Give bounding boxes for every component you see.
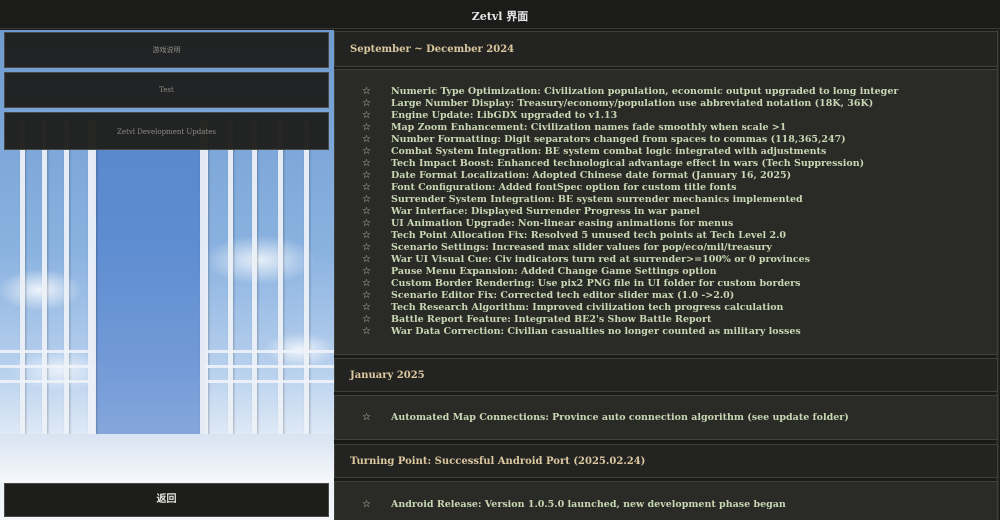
update-item-text: Pause Menu Expansion: Added Change Game … xyxy=(391,266,717,277)
window-frame xyxy=(278,120,283,450)
star-icon: ☆ xyxy=(362,326,371,337)
menu-button-test[interactable]: Test xyxy=(4,72,329,108)
star-icon: ☆ xyxy=(362,314,371,325)
window-frame xyxy=(0,350,90,353)
star-icon: ☆ xyxy=(362,194,371,205)
update-item-text: Scenario Editor Fix: Corrected tech edit… xyxy=(391,290,735,301)
update-item: ☆ Number Formatting: Digit separators cha… xyxy=(362,134,846,146)
update-item: ☆ Surrender System Integration: BE system… xyxy=(362,194,803,206)
window-frame xyxy=(205,380,334,383)
menu-button-game-guide[interactable]: 游戏说明 xyxy=(4,32,329,68)
window-frame xyxy=(228,120,233,450)
window-frame xyxy=(0,380,90,383)
window-frame xyxy=(0,365,90,368)
update-item: ☆ Font Configuration: Added fontSpec opti… xyxy=(362,182,736,194)
update-item: ☆ Date Format Localization: Adopted Chine… xyxy=(362,170,791,182)
update-item: ☆ War UI Visual Cue: Civ indicators turn … xyxy=(362,254,810,266)
update-item: ☆ Scenario Editor Fix: Corrected tech edi… xyxy=(362,290,734,302)
window-frame xyxy=(64,120,69,450)
open-doorway xyxy=(95,150,205,440)
star-icon: ☆ xyxy=(362,182,371,193)
update-item: ☆ Custom Border Rendering: Use pix2 PNG f… xyxy=(362,278,801,290)
update-item-text: Android Release: Version 1.0.5.0 launche… xyxy=(391,499,786,510)
star-icon: ☆ xyxy=(362,110,371,121)
update-item-text: Surrender System Integration: BE system … xyxy=(391,194,803,205)
update-item-text: War Data Correction: Civilian casualties… xyxy=(391,326,801,337)
section-header: January 2025 xyxy=(334,358,998,392)
updates-log[interactable]: September ~ December 2024 ☆ Numeric Type O… xyxy=(334,30,1000,520)
section-header: September ~ December 2024 xyxy=(334,31,998,67)
star-icon: ☆ xyxy=(362,302,371,313)
update-item: ☆ Combat System Integration: BE system co… xyxy=(362,146,826,158)
star-icon: ☆ xyxy=(362,146,371,157)
update-item: ☆ Tech Research Algorithm: Improved civil… xyxy=(362,302,783,314)
star-icon: ☆ xyxy=(362,86,371,97)
update-item: ☆ Android Release: Version 1.0.5.0 launch… xyxy=(362,499,786,511)
section-title: September ~ December 2024 xyxy=(350,44,515,55)
section-title: Turning Point: Successful Android Port (… xyxy=(350,456,646,467)
star-icon: ☆ xyxy=(362,134,371,145)
window-frame xyxy=(252,120,257,450)
section-title: January 2025 xyxy=(350,370,425,381)
star-icon: ☆ xyxy=(362,206,371,217)
update-item-text: War UI Visual Cue: Civ indicators turn r… xyxy=(391,254,811,265)
star-icon: ☆ xyxy=(362,242,371,253)
back-button[interactable]: 返回 xyxy=(4,483,329,517)
star-icon: ☆ xyxy=(362,158,371,169)
update-item-text: Map Zoom Enhancement: Civilization names… xyxy=(391,122,787,133)
window-frame xyxy=(200,120,208,450)
update-item-text: Custom Border Rendering: Use pix2 PNG fi… xyxy=(391,278,801,289)
star-icon: ☆ xyxy=(362,278,371,289)
update-item-text: Numeric Type Optimization: Civilization … xyxy=(391,86,899,97)
star-icon: ☆ xyxy=(362,98,371,109)
window-frame xyxy=(205,365,334,368)
update-item: ☆ Automated Map Connections: Province aut… xyxy=(362,412,849,424)
update-item: ☆ Pause Menu Expansion: Added Change Game… xyxy=(362,266,717,278)
star-icon: ☆ xyxy=(362,499,371,510)
update-item: ☆ Scenario Settings: Increased max slider… xyxy=(362,242,772,254)
update-item-text: Tech Point Allocation Fix: Resolved 5 un… xyxy=(391,230,787,241)
update-item: ☆ Tech Impact Boost: Enhanced technologic… xyxy=(362,158,864,170)
window-frame xyxy=(205,350,334,353)
star-icon: ☆ xyxy=(362,266,371,277)
window-frame xyxy=(20,120,25,450)
window-title: Zetvl 界面 xyxy=(471,10,529,23)
star-icon: ☆ xyxy=(362,218,371,229)
update-item: ☆ Numeric Type Optimization: Civilization… xyxy=(362,86,898,98)
update-item-text: Engine Update: LibGDX upgraded to v1.13 xyxy=(391,110,618,121)
update-item-text: Font Configuration: Added fontSpec optio… xyxy=(391,182,737,193)
update-item: ☆ Large Number Display: Treasury/economy/… xyxy=(362,98,873,110)
title-bar: Zetvl 界面 xyxy=(0,0,1000,29)
update-item: ☆ Battle Report Feature: Integrated BE2's… xyxy=(362,314,711,326)
section-header: Turning Point: Successful Android Port (… xyxy=(334,444,998,478)
update-item: ☆ War Interface: Displayed Surrender Prog… xyxy=(362,206,700,218)
update-item-text: Tech Impact Boost: Enhanced technologica… xyxy=(391,158,865,169)
window-frame xyxy=(304,120,309,450)
update-item-text: Number Formatting: Digit separators chan… xyxy=(391,134,846,145)
update-item-text: War Interface: Displayed Surrender Progr… xyxy=(391,206,700,217)
menu-button-development-updates[interactable]: Zetvl Development Updates xyxy=(4,112,329,150)
update-item-text: Combat System Integration: BE system com… xyxy=(391,146,827,157)
star-icon: ☆ xyxy=(362,122,371,133)
update-item-text: Automated Map Connections: Province auto… xyxy=(391,412,849,423)
star-icon: ☆ xyxy=(362,290,371,301)
window-frame xyxy=(88,120,96,450)
update-item: ☆ UI Animation Upgrade: Non-linear easing… xyxy=(362,218,733,230)
star-icon: ☆ xyxy=(362,254,371,265)
update-item: ☆ Engine Update: LibGDX upgraded to v1.13 xyxy=(362,110,617,122)
update-item: ☆ Tech Point Allocation Fix: Resolved 5 u… xyxy=(362,230,786,242)
update-item-text: Scenario Settings: Increased max slider … xyxy=(391,242,772,253)
update-item-text: UI Animation Upgrade: Non-linear easing … xyxy=(391,218,734,229)
star-icon: ☆ xyxy=(362,170,371,181)
star-icon: ☆ xyxy=(362,412,371,423)
update-item-text: Tech Research Algorithm: Improved civili… xyxy=(391,302,784,313)
update-item-text: Battle Report Feature: Integrated BE2's … xyxy=(391,314,712,325)
window-frame xyxy=(42,120,47,450)
update-item: ☆ War Data Correction: Civilian casualtie… xyxy=(362,326,801,338)
star-icon: ☆ xyxy=(362,230,371,241)
update-item-text: Large Number Display: Treasury/economy/p… xyxy=(391,98,874,109)
floor xyxy=(0,434,334,482)
update-item-text: Date Format Localization: Adopted Chines… xyxy=(391,170,792,181)
update-item: ☆ Map Zoom Enhancement: Civilization name… xyxy=(362,122,786,134)
